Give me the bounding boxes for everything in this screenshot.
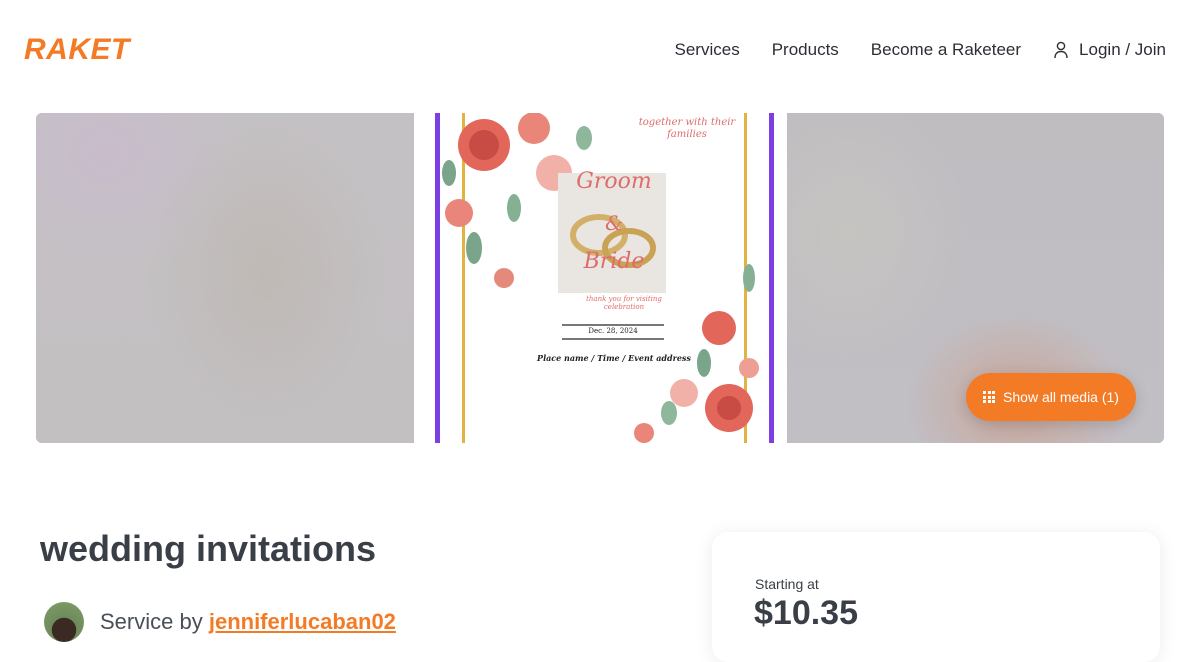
invite-groom: Groom <box>576 169 652 194</box>
raket-logo[interactable]: RAKET <box>24 34 130 66</box>
media-gallery[interactable]: together with their families Groom & Bri… <box>36 113 1164 443</box>
avatar[interactable] <box>44 602 84 642</box>
login-join-link[interactable]: Login / Join <box>1053 40 1166 60</box>
invite-details: Place name / Time / Event address <box>537 353 691 363</box>
show-all-media-label: Show all media (1) <box>1003 389 1119 405</box>
invitation-artwork <box>435 113 774 443</box>
invite-bride: Bride <box>583 249 645 274</box>
user-icon <box>1053 41 1069 59</box>
invite-top-line: together with their families <box>638 117 736 140</box>
gallery-image-left[interactable] <box>36 113 414 443</box>
main-nav: Services Products Become a Raketeer Logi… <box>675 39 1166 61</box>
price-label: Starting at <box>755 576 819 592</box>
gallery-image-main[interactable]: together with their families Groom & Bri… <box>414 113 787 443</box>
show-all-media-button[interactable]: Show all media (1) <box>966 373 1136 421</box>
seller-link[interactable]: jenniferlucaban02 <box>209 609 396 634</box>
nav-become-raketeer[interactable]: Become a Raketeer <box>871 39 1021 61</box>
invite-date: Dec. 28, 2024 <box>588 327 638 335</box>
site-header: RAKET Services Products Become a Raketee… <box>0 0 1200 100</box>
service-by-prefix: Service by <box>100 609 203 634</box>
nav-products[interactable]: Products <box>772 39 839 61</box>
login-label: Login / Join <box>1079 40 1166 59</box>
price-value: $10.35 <box>754 594 858 632</box>
pricing-card: Starting at $10.35 <box>712 532 1160 662</box>
invite-amp: & <box>605 211 623 235</box>
service-by: Service by jenniferlucaban02 <box>44 602 396 642</box>
listing-title: wedding invitations <box>40 528 377 569</box>
grid-icon <box>983 391 996 403</box>
nav-services[interactable]: Services <box>675 39 740 61</box>
invite-subline: thank you for visiting celebration <box>586 295 662 311</box>
